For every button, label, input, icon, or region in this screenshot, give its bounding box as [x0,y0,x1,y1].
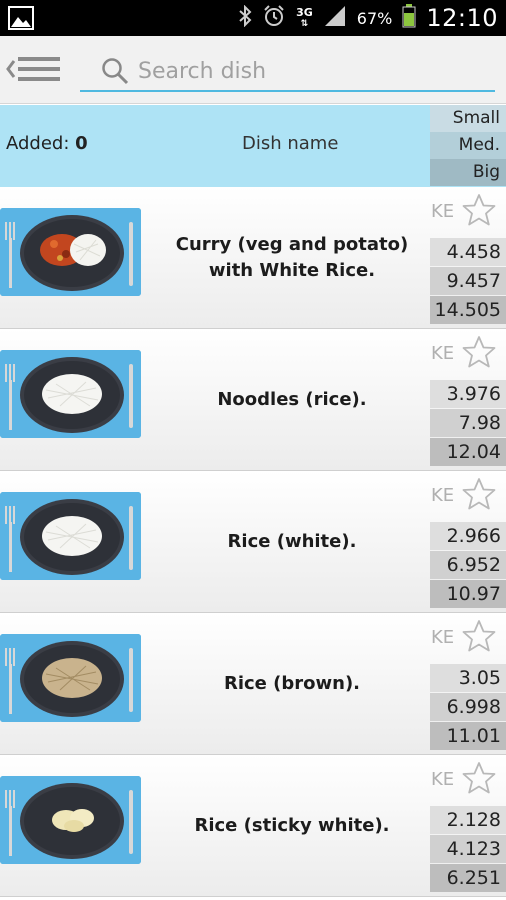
portion-size-header: Small Med. Big [430,105,506,187]
portion-values: 3.05 6.998 11.01 [430,664,506,750]
knife-icon [129,222,133,286]
battery-percent: 67% [356,8,393,28]
favorite-star-icon[interactable] [462,193,496,227]
status-bar: 3G ⇅ 67% 12:10 [0,0,506,36]
portion-values: 2.966 6.952 10.97 [430,522,506,608]
search-icon [102,58,129,85]
value-medium[interactable]: 6.952 [430,551,506,579]
value-medium[interactable]: 9.457 [430,267,506,295]
added-label: Added: [6,133,70,154]
network-type-indicator: 3G ⇅ [296,5,313,29]
size-big-header: Big [430,159,506,186]
gallery-notification-icon [8,6,34,34]
alarm-icon [262,4,286,32]
dish-row[interactable]: Noodles (rice). KE 3.976 7.98 12.04 [0,329,506,471]
knife-icon [129,364,133,428]
dish-image [0,492,141,580]
size-medium-header: Med. [430,132,506,159]
value-big[interactable]: 12.04 [430,438,506,466]
dish-row[interactable]: Rice (brown). KE 3.05 6.998 11.01 [0,613,506,755]
knife-icon [129,790,133,854]
value-medium[interactable]: 4.123 [430,835,506,863]
network-type-label: 3G [296,5,313,19]
dish-row[interactable]: Rice (sticky white). KE 2.128 4.123 6.25… [0,755,506,897]
portion-values: 3.976 7.98 12.04 [430,380,506,466]
ke-label: KE [431,627,455,648]
knife-icon [129,506,133,570]
added-count: 0 [75,133,88,154]
dish-name-line1: Rice (sticky white). [194,815,390,836]
dish-name: Rice (white). [160,471,424,613]
favorite-star-icon[interactable] [462,477,496,511]
dish-row[interactable]: Rice (white). KE 2.966 6.952 10.97 [0,471,506,613]
value-big[interactable]: 10.97 [430,580,506,608]
dish-name-line1: Curry (veg and potato) [175,234,409,255]
portion-values: 4.458 9.457 14.505 [430,238,506,324]
dish-name: Noodles (rice). [160,329,424,471]
value-medium[interactable]: 7.98 [430,409,506,437]
ke-label: KE [431,201,455,222]
drawer-menu-button[interactable] [4,50,64,90]
knife-icon [129,648,133,712]
signal-icon [323,5,347,31]
value-big[interactable]: 11.01 [430,722,506,750]
dish-name: Rice (sticky white). [160,755,424,897]
dish-name-line1: Noodles (rice). [217,389,367,410]
ke-label: KE [431,485,455,506]
action-bar [0,36,506,104]
dish-name: Curry (veg and potato) with White Rice. [160,187,424,329]
dish-row[interactable]: Curry (veg and potato) with White Rice. K… [0,187,506,329]
size-small-header: Small [430,105,506,132]
battery-icon [402,4,416,32]
value-small[interactable]: 3.05 [430,664,506,692]
dish-image [0,350,141,438]
clock: 12:10 [426,4,498,32]
search-bar [80,50,495,92]
value-small[interactable]: 3.976 [430,380,506,408]
ke-label: KE [431,769,455,790]
dish-list: Curry (veg and potato) with White Rice. K… [0,187,506,897]
dish-name-column-header: Dish name [242,133,339,154]
favorite-star-icon[interactable] [462,761,496,795]
dish-image [0,208,141,296]
value-small[interactable]: 2.128 [430,806,506,834]
dish-image [0,634,141,722]
ke-label: KE [431,343,455,364]
value-big[interactable]: 14.505 [430,296,506,324]
added-counter: Added: 0 [6,133,88,154]
search-input[interactable] [138,54,478,88]
dish-image [0,776,141,864]
dish-name-line1: Rice (white). [227,531,357,552]
bluetooth-icon [238,4,252,31]
hamburger-menu-icon [6,57,60,81]
value-medium[interactable]: 6.998 [430,693,506,721]
portion-values: 2.128 4.123 6.251 [430,806,506,892]
dish-name-line1: Rice (brown). [223,673,361,694]
favorite-star-icon[interactable] [462,335,496,369]
value-small[interactable]: 2.966 [430,522,506,550]
list-header: Added: 0 Dish name Small Med. Big [0,105,506,187]
value-small[interactable]: 4.458 [430,238,506,266]
dish-name: Rice (brown). [160,613,424,755]
value-big[interactable]: 6.251 [430,864,506,892]
favorite-star-icon[interactable] [462,619,496,653]
dish-name-line2: with White Rice. [208,260,376,281]
